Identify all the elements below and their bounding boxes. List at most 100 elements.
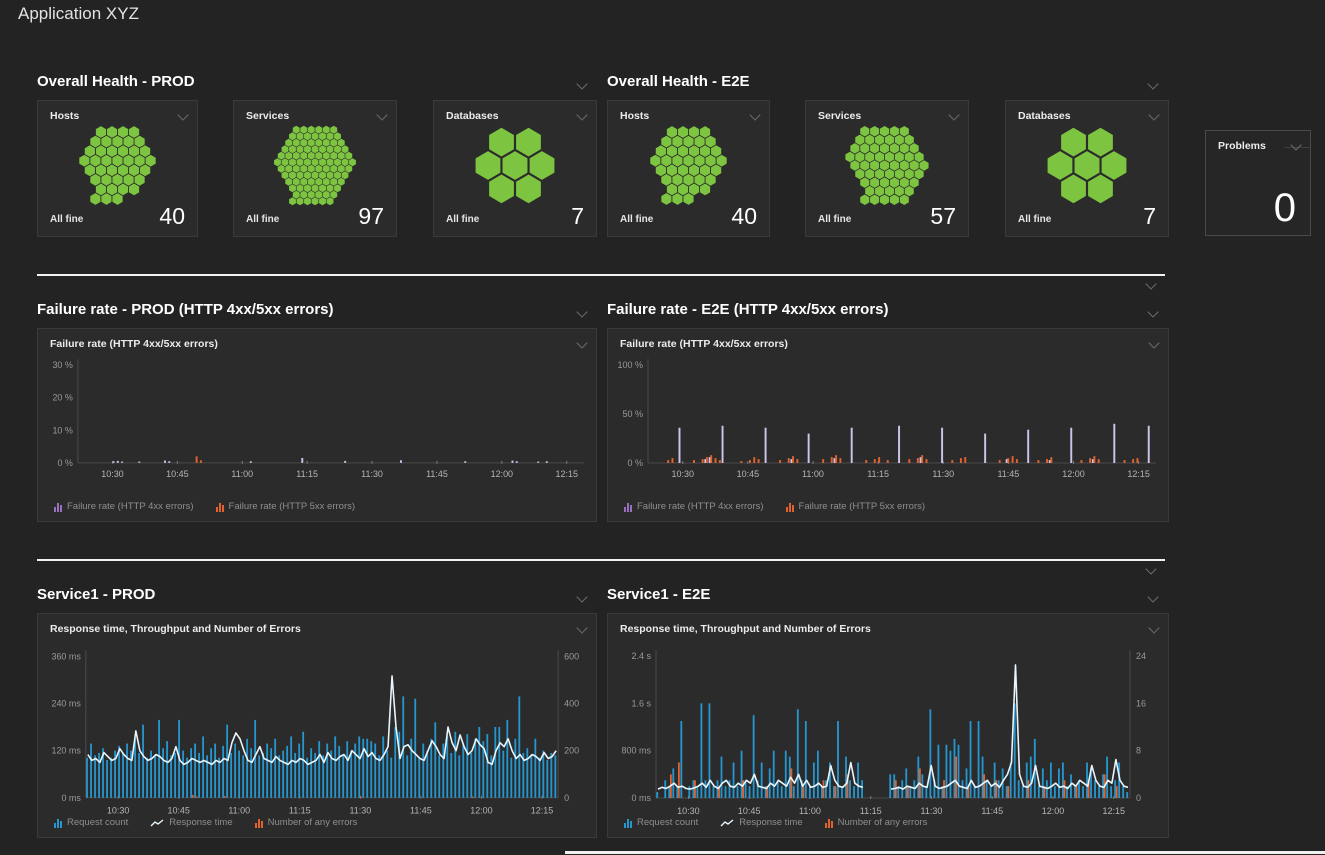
service-prod-chart[interactable]: 360 ms240 ms120 ms0 ms600400200010:3010:… — [38, 644, 596, 822]
section-divider — [37, 274, 1165, 276]
chevron-down-icon[interactable] — [1148, 109, 1159, 120]
svg-text:0 %: 0 % — [627, 458, 643, 468]
svg-text:11:30: 11:30 — [361, 469, 383, 479]
chart-title: Failure rate (HTTP 4xx/5xx errors) — [50, 338, 218, 350]
chevron-down-icon[interactable] — [576, 622, 587, 633]
chart-tile-failure-e2e[interactable]: Failure rate (HTTP 4xx/5xx errors) 100 %… — [607, 328, 1169, 522]
health-tile-databases-prod[interactable]: Databases All fine 7 — [433, 100, 597, 237]
section-title-health-prod: Overall Health - PROD — [37, 73, 195, 90]
chart-tile-service-prod[interactable]: Response time, Throughput and Number of … — [37, 613, 597, 838]
svg-text:11:45: 11:45 — [997, 469, 1019, 479]
health-tile-hosts-prod[interactable]: Hosts All fine 40 — [37, 100, 198, 237]
svg-text:10:45: 10:45 — [166, 469, 188, 479]
entity-count: 40 — [159, 203, 185, 230]
health-tile-services-e2e[interactable]: Services All fine 57 — [805, 100, 969, 237]
status-label: All fine — [620, 214, 653, 225]
chevron-down-icon[interactable] — [1147, 78, 1158, 89]
bar-chart-icon — [624, 502, 632, 512]
tile-title: Hosts — [620, 110, 649, 122]
svg-text:10:30: 10:30 — [101, 469, 123, 479]
bar-chart-icon — [216, 502, 224, 512]
page-title: Application XYZ — [18, 4, 139, 24]
problems-count: 0 — [1274, 186, 1296, 231]
svg-text:200: 200 — [564, 746, 579, 756]
svg-text:0 ms: 0 ms — [631, 793, 651, 803]
hexagon-honeycomb — [446, 125, 584, 206]
chevron-down-icon[interactable] — [948, 109, 959, 120]
tile-title: Databases — [446, 110, 499, 122]
section-divider — [37, 559, 1165, 561]
chart-title: Response time, Throughput and Number of … — [50, 623, 301, 635]
chevron-down-icon[interactable] — [1145, 278, 1156, 289]
legend-item: Response time — [150, 817, 232, 828]
chevron-down-icon[interactable] — [1148, 337, 1159, 348]
chevron-down-icon[interactable] — [1145, 563, 1156, 574]
chevron-down-icon[interactable] — [576, 337, 587, 348]
bar-chart-icon — [255, 818, 263, 828]
svg-text:600: 600 — [564, 651, 579, 661]
status-label: All fine — [50, 214, 83, 225]
chevron-down-icon[interactable] — [576, 591, 587, 602]
svg-text:12:15: 12:15 — [1127, 469, 1150, 479]
svg-text:11:15: 11:15 — [289, 806, 311, 816]
chevron-down-icon[interactable] — [1148, 622, 1159, 633]
legend-label: Failure rate (HTTP 5xx errors) — [799, 501, 926, 512]
section-title-health-e2e: Overall Health - E2E — [607, 73, 750, 90]
chevron-down-icon[interactable] — [749, 109, 760, 120]
bar-chart-icon — [54, 502, 62, 512]
service-e2e-chart[interactable]: 2.4 s1.6 s800 ms0 ms24168010:3010:4511:0… — [608, 644, 1168, 822]
tile-title: Problems — [1218, 140, 1266, 152]
chevron-down-icon[interactable] — [1147, 306, 1158, 317]
entity-count: 97 — [358, 203, 384, 230]
chart-tile-failure-prod[interactable]: Failure rate (HTTP 4xx/5xx errors) 30 %2… — [37, 328, 597, 522]
chart-legend: Failure rate (HTTP 4xx errors) Failure r… — [624, 501, 925, 512]
svg-text:12:15: 12:15 — [531, 806, 553, 816]
svg-text:24: 24 — [1136, 651, 1146, 661]
legend-item: Request count — [54, 817, 128, 828]
bar-chart-icon — [624, 818, 632, 828]
tile-title: Services — [246, 110, 289, 122]
hexagon-honeycomb — [620, 125, 757, 206]
svg-text:10:45: 10:45 — [167, 806, 189, 816]
health-tile-hosts-e2e[interactable]: Hosts All fine 40 — [607, 100, 770, 237]
health-tile-services-prod[interactable]: Services All fine 97 — [233, 100, 397, 237]
chevron-down-icon[interactable] — [1290, 139, 1301, 150]
svg-text:10 %: 10 % — [52, 425, 72, 435]
chevron-down-icon[interactable] — [177, 109, 188, 120]
legend-item: Failure rate (HTTP 4xx errors) — [624, 501, 764, 512]
chevron-down-icon[interactable] — [376, 109, 387, 120]
svg-text:100 %: 100 % — [617, 360, 643, 370]
svg-text:11:45: 11:45 — [410, 806, 432, 816]
svg-text:11:45: 11:45 — [981, 806, 1003, 816]
chevron-down-icon[interactable] — [576, 306, 587, 317]
failure-rate-prod-chart[interactable]: 30 %20 %10 %0 %10:3010:4511:0011:1511:30… — [38, 355, 596, 489]
hexagon-honeycomb — [1018, 125, 1156, 206]
svg-text:12:00: 12:00 — [1062, 469, 1085, 479]
entity-count: 7 — [1143, 203, 1156, 230]
legend-label: Number of any errors — [838, 817, 928, 828]
svg-text:11:00: 11:00 — [228, 806, 250, 816]
chevron-down-icon[interactable] — [576, 78, 587, 89]
svg-text:2.4 s: 2.4 s — [631, 651, 651, 661]
chevron-down-icon[interactable] — [1147, 591, 1158, 602]
svg-text:0: 0 — [1136, 793, 1141, 803]
svg-text:12:00: 12:00 — [491, 469, 513, 479]
chart-title: Failure rate (HTTP 4xx/5xx errors) — [620, 338, 788, 350]
svg-text:11:00: 11:00 — [799, 806, 821, 816]
health-tile-databases-e2e[interactable]: Databases All fine 7 — [1005, 100, 1169, 237]
chevron-down-icon[interactable] — [576, 109, 587, 120]
chart-title: Response time, Throughput and Number of … — [620, 623, 871, 635]
legend-label: Failure rate (HTTP 4xx errors) — [637, 501, 764, 512]
svg-text:11:30: 11:30 — [932, 469, 954, 479]
svg-text:12:00: 12:00 — [470, 806, 492, 816]
problems-tile[interactable]: Problems 0 — [1205, 130, 1311, 236]
svg-text:30 %: 30 % — [52, 360, 72, 370]
failure-rate-e2e-chart[interactable]: 100 %50 %0 %10:3010:4511:0011:1511:3011:… — [608, 355, 1168, 489]
chart-tile-service-e2e[interactable]: Response time, Throughput and Number of … — [607, 613, 1169, 838]
svg-text:10:30: 10:30 — [677, 806, 700, 816]
section-title-service-e2e: Service1 - E2E — [607, 586, 710, 603]
legend-label: Failure rate (HTTP 4xx errors) — [67, 501, 194, 512]
hexagon-honeycomb — [818, 125, 956, 206]
svg-text:0: 0 — [564, 793, 569, 803]
svg-text:360 ms: 360 ms — [51, 651, 81, 661]
